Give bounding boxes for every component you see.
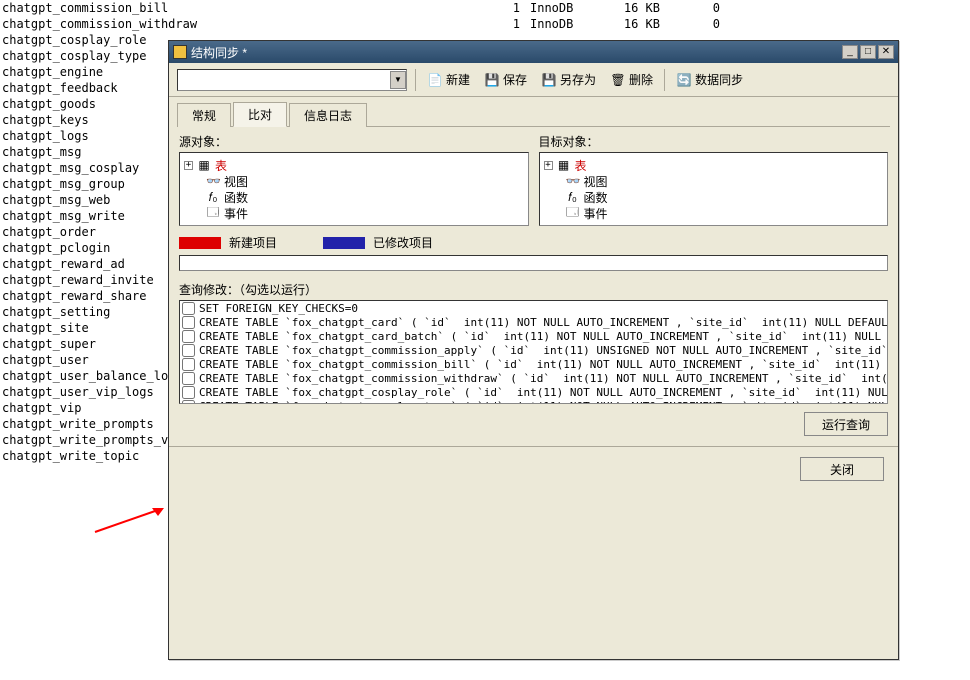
close-window-button[interactable]: 关闭: [800, 457, 884, 481]
node-icon: 🗔: [566, 203, 580, 224]
delete-icon: 🗑: [610, 72, 626, 88]
query-checkbox[interactable]: [182, 372, 195, 385]
close-button[interactable]: ✕: [878, 45, 894, 59]
query-list[interactable]: SET FOREIGN_KEY_CHECKS=0CREATE TABLE `fo…: [179, 300, 888, 404]
save-icon: 💾: [484, 72, 500, 88]
compare-panel: 源对象： +▦表👓视图𝑓₀函数🗔事件 目标对象： +▦表👓视图𝑓₀函数🗔事件 新…: [169, 127, 898, 659]
query-text: CREATE TABLE `fox_chatgpt_card_batch` ( …: [199, 330, 888, 343]
query-checkbox[interactable]: [182, 330, 195, 343]
node-label: 表: [575, 157, 587, 174]
node-label: 事件: [584, 205, 608, 222]
node-label: 事件: [224, 205, 248, 222]
app-icon: [173, 45, 187, 59]
chevron-down-icon[interactable]: ▼: [390, 71, 406, 89]
save-as-icon: 💾: [541, 72, 557, 88]
tree-node[interactable]: 👓 视图: [544, 173, 884, 189]
node-icon: 👓: [566, 174, 580, 188]
expand-icon[interactable]: +: [544, 161, 553, 170]
query-row[interactable]: CREATE TABLE `fox_chatgpt_commission_wit…: [180, 371, 887, 385]
tree-node[interactable]: 🗔事件: [184, 205, 524, 221]
query-text: CREATE TABLE `fox_chatgpt_commission_bil…: [199, 358, 888, 371]
query-checkbox[interactable]: [182, 358, 195, 371]
query-mod-label: 查询修改：（勾选以运行）: [179, 281, 888, 298]
tree-node[interactable]: 𝑓₀函数: [544, 189, 884, 205]
node-icon: 🗔: [206, 203, 220, 224]
modified-item-label: 已修改项目: [373, 234, 433, 251]
query-checkbox[interactable]: [182, 316, 195, 329]
query-row[interactable]: CREATE TABLE `fox_chatgpt_card_batch` ( …: [180, 329, 887, 343]
query-checkbox[interactable]: [182, 400, 195, 405]
query-text: CREATE TABLE `fox_chatgpt_commission_wit…: [199, 372, 888, 385]
tab-general[interactable]: 常规: [177, 103, 231, 127]
node-label: 表: [215, 157, 227, 174]
tree-node[interactable]: 🗔事件: [544, 205, 884, 221]
node-label: 视图: [584, 173, 608, 190]
tree-node[interactable]: + ▦ 表: [544, 157, 884, 173]
target-tree[interactable]: + ▦ 表👓 视图𝑓₀函数🗔事件: [539, 152, 889, 226]
node-icon: ▦: [557, 158, 571, 172]
new-button[interactable]: 📄新建: [424, 69, 473, 90]
target-label: 目标对象：: [539, 133, 889, 150]
tab-compare[interactable]: 比对: [233, 102, 287, 127]
maximize-button[interactable]: □: [860, 45, 876, 59]
data-sync-button[interactable]: 🔄数据同步: [673, 69, 746, 90]
table-row[interactable]: chatgpt_commission_bill1InnoDB16 KB0: [0, 0, 760, 16]
toolbar-separator: [415, 69, 416, 91]
table-row[interactable]: chatgpt_commission_withdraw1InnoDB16 KB0: [0, 16, 760, 32]
query-row[interactable]: CREATE TABLE `fox_chatgpt_card` ( `id` i…: [180, 315, 887, 329]
minimize-button[interactable]: _: [842, 45, 858, 59]
structure-sync-window: 结构同步 * _ □ ✕ ▼ 📄新建 💾保存 💾另存为 🗑删除 🔄数据同步 常规…: [168, 40, 899, 660]
tree-node[interactable]: 𝑓₀函数: [184, 189, 524, 205]
modified-swatch: [323, 237, 365, 249]
delete-button[interactable]: 🗑删除: [607, 69, 656, 90]
query-text: SET FOREIGN_KEY_CHECKS=0: [199, 302, 358, 315]
window-title: 结构同步 *: [191, 44, 842, 61]
source-label: 源对象：: [179, 133, 529, 150]
tree-node[interactable]: 👓 视图: [184, 173, 524, 189]
new-swatch: [179, 237, 221, 249]
node-label: 视图: [224, 173, 248, 190]
expand-icon[interactable]: +: [184, 161, 193, 170]
profile-combo[interactable]: ▼: [177, 69, 407, 91]
query-row[interactable]: CREATE TABLE `fox_chatgpt_commission_app…: [180, 343, 887, 357]
query-text: CREATE TABLE `fox_chatgpt_commission_app…: [199, 344, 888, 357]
query-text: CREATE TABLE `fox_chatgpt_cosplay_type` …: [199, 400, 888, 405]
tree-node[interactable]: + ▦ 表: [184, 157, 524, 173]
query-checkbox[interactable]: [182, 386, 195, 399]
save-as-button[interactable]: 💾另存为: [538, 69, 599, 90]
query-text: CREATE TABLE `fox_chatgpt_cosplay_role` …: [199, 386, 888, 399]
node-icon: ▦: [197, 158, 211, 172]
tab-strip: 常规 比对 信息日志: [169, 97, 898, 126]
annotation-arrow: [90, 504, 170, 534]
query-text: CREATE TABLE `fox_chatgpt_card` ( `id` i…: [199, 316, 888, 329]
node-label: 函数: [224, 189, 248, 206]
legend: 新建项目 已修改项目: [179, 234, 888, 251]
node-icon: 👓: [206, 174, 220, 188]
toolbar: ▼ 📄新建 💾保存 💾另存为 🗑删除 🔄数据同步: [169, 63, 898, 97]
query-row[interactable]: SET FOREIGN_KEY_CHECKS=0: [180, 301, 887, 315]
query-checkbox[interactable]: [182, 344, 195, 357]
query-row[interactable]: CREATE TABLE `fox_chatgpt_cosplay_role` …: [180, 385, 887, 399]
save-button[interactable]: 💾保存: [481, 69, 530, 90]
sync-icon: 🔄: [676, 72, 692, 88]
tab-log[interactable]: 信息日志: [289, 103, 367, 127]
query-row[interactable]: CREATE TABLE `fox_chatgpt_cosplay_type` …: [180, 399, 887, 404]
toolbar-separator: [664, 69, 665, 91]
node-label: 函数: [584, 189, 608, 206]
query-checkbox[interactable]: [182, 302, 195, 315]
query-row[interactable]: CREATE TABLE `fox_chatgpt_commission_bil…: [180, 357, 887, 371]
source-tree[interactable]: + ▦ 表👓 视图𝑓₀函数🗔事件: [179, 152, 529, 226]
new-item-label: 新建项目: [229, 234, 277, 251]
run-query-button[interactable]: 运行查询: [804, 412, 888, 436]
progress-bar: [179, 255, 888, 271]
titlebar[interactable]: 结构同步 * _ □ ✕: [169, 41, 898, 63]
new-icon: 📄: [427, 72, 443, 88]
